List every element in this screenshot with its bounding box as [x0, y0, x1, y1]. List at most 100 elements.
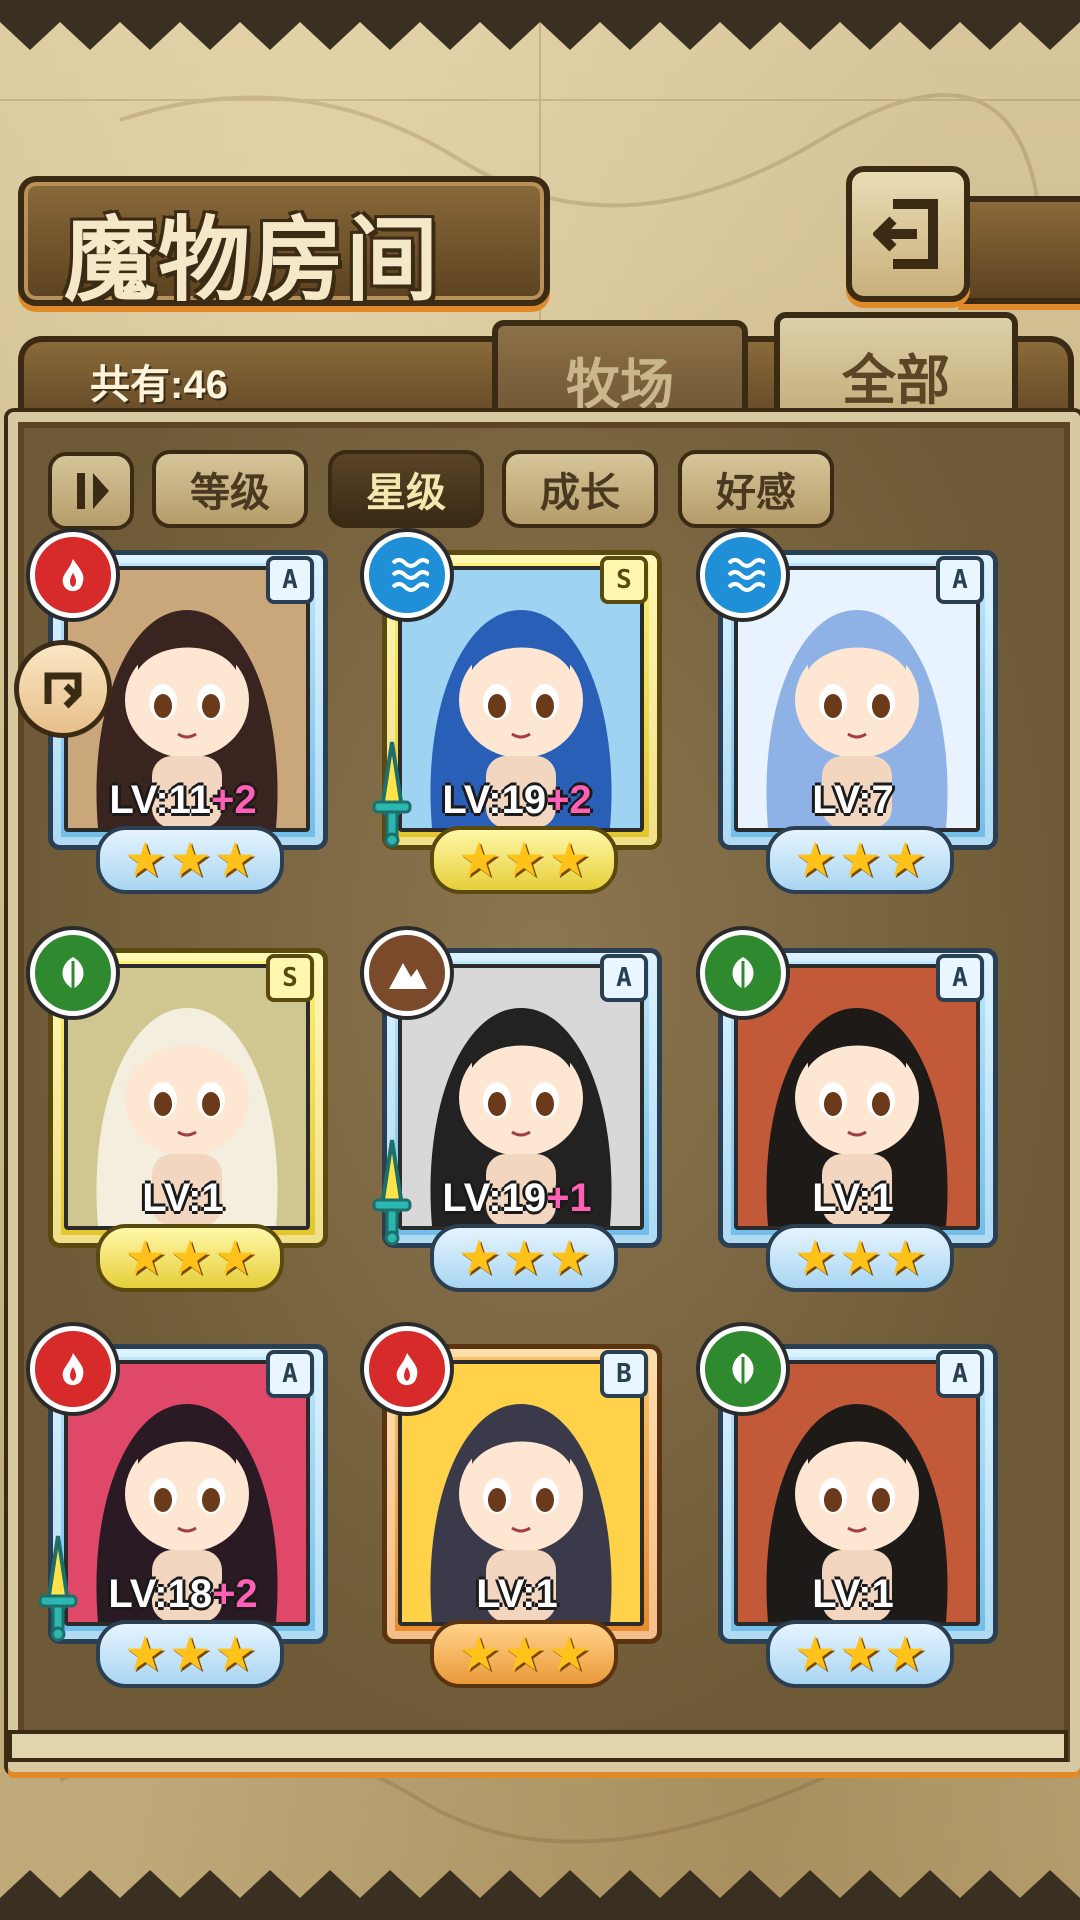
- level-value: LV:1: [812, 1176, 894, 1220]
- monster-card[interactable]: B LV:1 ★ ★ ★: [364, 1326, 670, 1688]
- star-icon: ★: [168, 1230, 212, 1286]
- monster-card[interactable]: A LV:1 ★ ★ ★: [700, 1326, 1006, 1688]
- element-badge: [364, 532, 450, 618]
- water-icon: [727, 558, 765, 592]
- monster-card[interactable]: A LV:1 ★ ★ ★: [700, 930, 1006, 1292]
- level-value: LV:1: [142, 1176, 224, 1220]
- star-rating: ★ ★ ★: [430, 826, 618, 894]
- element-badge: [364, 930, 450, 1016]
- fire-icon: [62, 1353, 84, 1386]
- page-title: 魔物房间: [64, 206, 441, 314]
- sort-star-button[interactable]: 星级: [328, 450, 484, 528]
- element-badge: [30, 930, 116, 1016]
- monster-count: 共有:46: [90, 363, 228, 407]
- star-rating: ★ ★ ★: [430, 1224, 618, 1292]
- back-button[interactable]: [846, 166, 970, 302]
- level-bonus: +2: [546, 778, 592, 822]
- star-icon: ★: [838, 1626, 882, 1682]
- lock-badge[interactable]: [14, 640, 112, 738]
- element-badge: [700, 930, 786, 1016]
- level-value: LV:19: [442, 778, 547, 822]
- star-icon: ★: [547, 1230, 591, 1286]
- level-label: LV:11+2: [64, 778, 302, 823]
- title-banner: 魔物房间: [18, 176, 550, 314]
- level-label: LV:1: [734, 1176, 972, 1221]
- rank-badge: A: [600, 954, 648, 1002]
- monster-card[interactable]: A LV:19+1 ★ ★ ★: [364, 930, 670, 1292]
- monster-card[interactable]: A LV:7 ★ ★ ★: [700, 532, 1006, 894]
- star-rating: ★ ★ ★: [766, 1224, 954, 1292]
- wood-icon: [62, 957, 84, 989]
- bottom-border: [0, 1870, 1080, 1920]
- star-icon: ★: [883, 1626, 927, 1682]
- water-icon: [391, 558, 429, 592]
- star-rating: ★ ★ ★: [96, 1620, 284, 1688]
- level-bonus: +1: [546, 1176, 592, 1220]
- element-badge: [700, 532, 786, 618]
- star-icon: ★: [213, 1626, 257, 1682]
- element-badge: [364, 1326, 450, 1412]
- rank-badge: B: [600, 1350, 648, 1398]
- rank-badge: A: [266, 556, 314, 604]
- level-label: LV:19+2: [398, 778, 636, 823]
- panel-bottom-rail: [8, 1730, 1068, 1762]
- sort-growth-button[interactable]: 成长: [502, 450, 658, 528]
- sort-affection-button[interactable]: 好感: [678, 450, 834, 528]
- star-icon: ★: [793, 1230, 837, 1286]
- star-icon: ★: [213, 1230, 257, 1286]
- star-icon: ★: [502, 832, 546, 888]
- level-value: LV:19: [442, 1176, 547, 1220]
- star-icon: ★: [168, 1626, 212, 1682]
- level-value: LV:11: [109, 778, 211, 822]
- sword-icon: [36, 1532, 80, 1642]
- star-icon: ★: [838, 1230, 882, 1286]
- star-icon: ★: [123, 1626, 167, 1682]
- sword-icon: [370, 738, 414, 848]
- sort-order-icon: [77, 473, 109, 509]
- monster-card[interactable]: A LV:18+2 ★ ★ ★: [30, 1326, 336, 1688]
- star-icon: ★: [793, 832, 837, 888]
- back-button-tail: [958, 196, 1080, 304]
- star-icon: ★: [123, 832, 167, 888]
- element-badge: [30, 1326, 116, 1412]
- monster-card[interactable]: S LV:19+2 ★ ★ ★: [364, 532, 670, 894]
- star-icon: ★: [883, 1230, 927, 1286]
- star-icon: ★: [883, 832, 927, 888]
- level-label: LV:7: [734, 778, 972, 823]
- wood-icon: [732, 957, 754, 989]
- star-icon: ★: [502, 1230, 546, 1286]
- earth-icon: [389, 963, 427, 989]
- star-icon: ★: [213, 832, 257, 888]
- level-bonus: +2: [212, 1572, 258, 1616]
- star-icon: ★: [547, 832, 591, 888]
- element-badge: [30, 532, 116, 618]
- rank-badge: S: [600, 556, 648, 604]
- star-icon: ★: [168, 832, 212, 888]
- wood-icon: [732, 1353, 754, 1385]
- level-label: LV:1: [398, 1572, 636, 1617]
- rank-badge: A: [936, 556, 984, 604]
- fire-icon: [62, 559, 84, 592]
- sort-level-button[interactable]: 等级: [152, 450, 308, 528]
- star-rating: ★ ★ ★: [430, 1620, 618, 1688]
- level-value: LV:1: [812, 1572, 894, 1616]
- rank-badge: A: [936, 1350, 984, 1398]
- star-rating: ★ ★ ★: [766, 826, 954, 894]
- level-label: LV:1: [734, 1572, 972, 1617]
- sort-order-toggle[interactable]: [48, 452, 134, 530]
- monster-card[interactable]: S LV:1 ★ ★ ★: [30, 930, 336, 1292]
- level-label: LV:1: [64, 1176, 302, 1221]
- star-icon: ★: [457, 1626, 501, 1682]
- sword-icon: [370, 1136, 414, 1246]
- level-bonus: +2: [210, 778, 257, 822]
- rank-badge: A: [936, 954, 984, 1002]
- level-value: LV:7: [812, 778, 894, 822]
- level-label: LV:19+1: [398, 1176, 636, 1221]
- star-icon: ★: [793, 1626, 837, 1682]
- rank-badge: A: [266, 1350, 314, 1398]
- level-value: LV:1: [476, 1572, 558, 1616]
- star-icon: ★: [838, 832, 882, 888]
- top-border: [0, 0, 1080, 50]
- star-rating: ★ ★ ★: [96, 1224, 284, 1292]
- arrow-badge-icon: [44, 672, 82, 709]
